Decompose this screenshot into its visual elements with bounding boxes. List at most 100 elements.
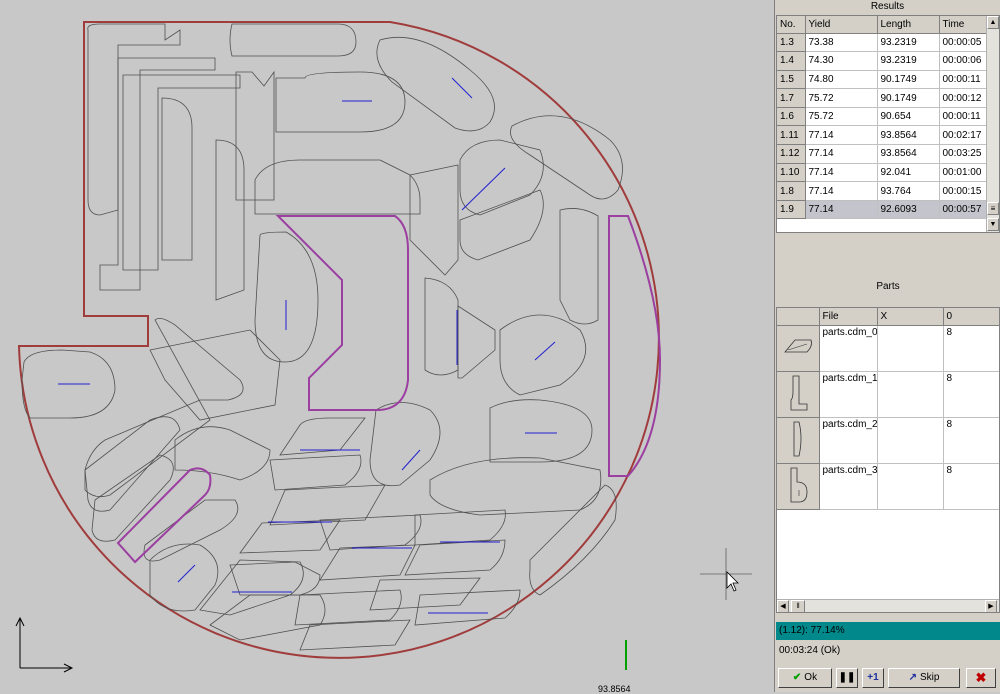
cell-length: 93.2319 bbox=[877, 51, 940, 71]
col-qty[interactable]: 0 bbox=[943, 308, 999, 326]
cell-no: 1.5 bbox=[777, 70, 806, 90]
parallelogram-part-icon bbox=[777, 325, 820, 372]
part-qty: 8 bbox=[943, 371, 999, 418]
part-file: parts.cdm_1 bbox=[819, 371, 878, 418]
check-icon: ✔ bbox=[792, 672, 802, 683]
scroll-left-icon[interactable]: ◀ bbox=[777, 600, 789, 612]
cell-no: 1.11 bbox=[777, 125, 806, 146]
cell-time: 00:00:12 bbox=[939, 88, 988, 108]
part-file: parts.cdm_3 bbox=[819, 463, 878, 510]
cell-yield: 74.30 bbox=[805, 51, 878, 71]
cell-no: 1.6 bbox=[777, 107, 806, 127]
progress-text: (1.12): 77.14% bbox=[779, 625, 845, 636]
part-x bbox=[877, 325, 944, 372]
table-row[interactable]: 1.7 75.72 90.1749 00:00:12 bbox=[777, 88, 988, 108]
crosshair-cursor bbox=[700, 548, 752, 600]
results-grid[interactable]: No. Yield Length Time 1.3 73.38 93.2319 00:… bbox=[776, 15, 1000, 233]
axis-indicator bbox=[15, 616, 74, 673]
col-yield[interactable]: Yield bbox=[805, 16, 878, 34]
cell-length: 92.041 bbox=[877, 163, 940, 183]
progress-bar: (1.12): 77.14% bbox=[776, 622, 1000, 640]
b-shape-part-icon bbox=[777, 463, 820, 510]
skip-button[interactable]: ↗ Skip bbox=[888, 668, 960, 688]
scroll-up-icon[interactable]: ▲ bbox=[987, 16, 999, 29]
table-row[interactable]: 1.10 77.14 92.041 00:01:00 bbox=[777, 163, 988, 183]
table-row[interactable]: 1.11 77.14 93.8564 00:02:17 bbox=[777, 125, 988, 146]
ok-label: Ok bbox=[804, 672, 818, 683]
toolbar: ✔ Ok ❚❚ +1 ↗ Skip ✖ bbox=[776, 666, 1000, 690]
sheet-outline bbox=[17, 21, 660, 659]
table-row-selected[interactable]: 1.9 77.14 92.6093 00:00:57 bbox=[777, 200, 988, 220]
parts-table: File X 0 parts.cdm_0 8 parts.cdm_1 8 par… bbox=[777, 308, 999, 510]
list-item[interactable]: parts.cdm_3 8 bbox=[777, 463, 999, 510]
cell-length: 90.654 bbox=[877, 107, 940, 127]
pointer-icon bbox=[726, 571, 739, 592]
list-item[interactable]: parts.cdm_2 8 bbox=[777, 417, 999, 464]
parts-hscrollbar[interactable]: ◀ ⦀ ▶ bbox=[777, 599, 999, 612]
col-file[interactable]: File bbox=[819, 308, 878, 326]
list-item[interactable]: parts.cdm_1 8 bbox=[777, 371, 999, 418]
canvas-readout: 93.8564 bbox=[598, 684, 631, 694]
cell-length: 93.764 bbox=[877, 181, 940, 201]
table-row[interactable]: 1.12 77.14 93.8564 00:03:25 bbox=[777, 144, 988, 164]
cell-no: 1.3 bbox=[777, 33, 806, 53]
table-row[interactable]: 1.8 77.14 93.764 00:00:15 bbox=[777, 181, 988, 201]
nesting-canvas[interactable]: 93.8564 bbox=[0, 0, 774, 694]
cell-time: 00:00:05 bbox=[939, 33, 988, 53]
table-row[interactable]: 1.6 75.72 90.654 00:00:11 bbox=[777, 107, 988, 127]
nesting-drawing bbox=[15, 21, 752, 673]
part-qty: 8 bbox=[943, 463, 999, 510]
part-qty: 8 bbox=[943, 325, 999, 372]
pause-icon: ❚❚ bbox=[838, 672, 856, 683]
part-x bbox=[877, 417, 944, 464]
right-panel: Results No. Yield Length Time 1.3 73.38 93… bbox=[774, 0, 1000, 692]
cell-time: 00:03:25 bbox=[939, 144, 988, 164]
cell-yield: 75.72 bbox=[805, 107, 878, 127]
scroll-thumb[interactable]: ≡ bbox=[987, 202, 999, 215]
col-no[interactable]: No. bbox=[777, 16, 806, 34]
cell-yield: 75.72 bbox=[805, 88, 878, 108]
scroll-down-icon[interactable]: ▼ bbox=[987, 218, 999, 231]
table-row[interactable]: 1.5 74.80 90.1749 00:00:11 bbox=[777, 70, 988, 90]
cell-length: 93.8564 bbox=[877, 125, 940, 146]
cell-no: 1.7 bbox=[777, 88, 806, 108]
parts-title: Parts bbox=[876, 281, 900, 292]
col-x[interactable]: X bbox=[877, 308, 944, 326]
slot-part-icon bbox=[777, 417, 820, 464]
results-scrollbar[interactable]: ▲ ≡ ▼ bbox=[986, 16, 999, 232]
parts-grid[interactable]: File X 0 parts.cdm_0 8 parts.cdm_1 8 par… bbox=[776, 307, 1000, 613]
scroll-right-icon[interactable]: ▶ bbox=[985, 600, 997, 612]
cell-length: 90.1749 bbox=[877, 88, 940, 108]
table-row[interactable]: 1.4 74.30 93.2319 00:00:06 bbox=[777, 51, 988, 71]
cell-yield: 77.14 bbox=[805, 181, 878, 201]
ok-button[interactable]: ✔ Ok bbox=[778, 668, 832, 688]
cell-yield: 77.14 bbox=[805, 125, 878, 146]
scroll-hthumb[interactable]: ⦀ bbox=[791, 600, 805, 612]
cell-length: 93.8564 bbox=[877, 144, 940, 164]
pause-button[interactable]: ❚❚ bbox=[836, 668, 858, 688]
col-length[interactable]: Length bbox=[877, 16, 940, 34]
results-title: Results bbox=[870, 1, 905, 12]
cell-length: 90.1749 bbox=[877, 70, 940, 90]
part-file: parts.cdm_2 bbox=[819, 417, 878, 464]
cell-no: 1.4 bbox=[777, 51, 806, 71]
cell-yield: 77.14 bbox=[805, 200, 878, 220]
part-qty: 8 bbox=[943, 417, 999, 464]
table-row[interactable]: 1.3 73.38 93.2319 00:00:05 bbox=[777, 33, 988, 53]
close-icon: ✖ bbox=[975, 670, 987, 685]
list-item[interactable]: parts.cdm_0 8 bbox=[777, 325, 999, 372]
plus-one-label: +1 bbox=[867, 672, 879, 683]
cancel-button[interactable]: ✖ bbox=[966, 668, 996, 688]
nested-parts bbox=[21, 23, 623, 651]
results-table: No. Yield Length Time 1.3 73.38 93.2319 00:… bbox=[777, 16, 988, 220]
col-thumb[interactable] bbox=[777, 308, 820, 326]
cell-time: 00:01:00 bbox=[939, 163, 988, 183]
cell-no: 1.12 bbox=[777, 144, 806, 164]
plus-one-button[interactable]: +1 bbox=[862, 668, 884, 688]
cell-yield: 73.38 bbox=[805, 33, 878, 53]
cell-yield: 74.80 bbox=[805, 70, 878, 90]
cell-length: 93.2319 bbox=[877, 33, 940, 53]
col-time[interactable]: Time bbox=[939, 16, 988, 34]
cell-no: 1.8 bbox=[777, 181, 806, 201]
cell-length: 92.6093 bbox=[877, 200, 940, 220]
